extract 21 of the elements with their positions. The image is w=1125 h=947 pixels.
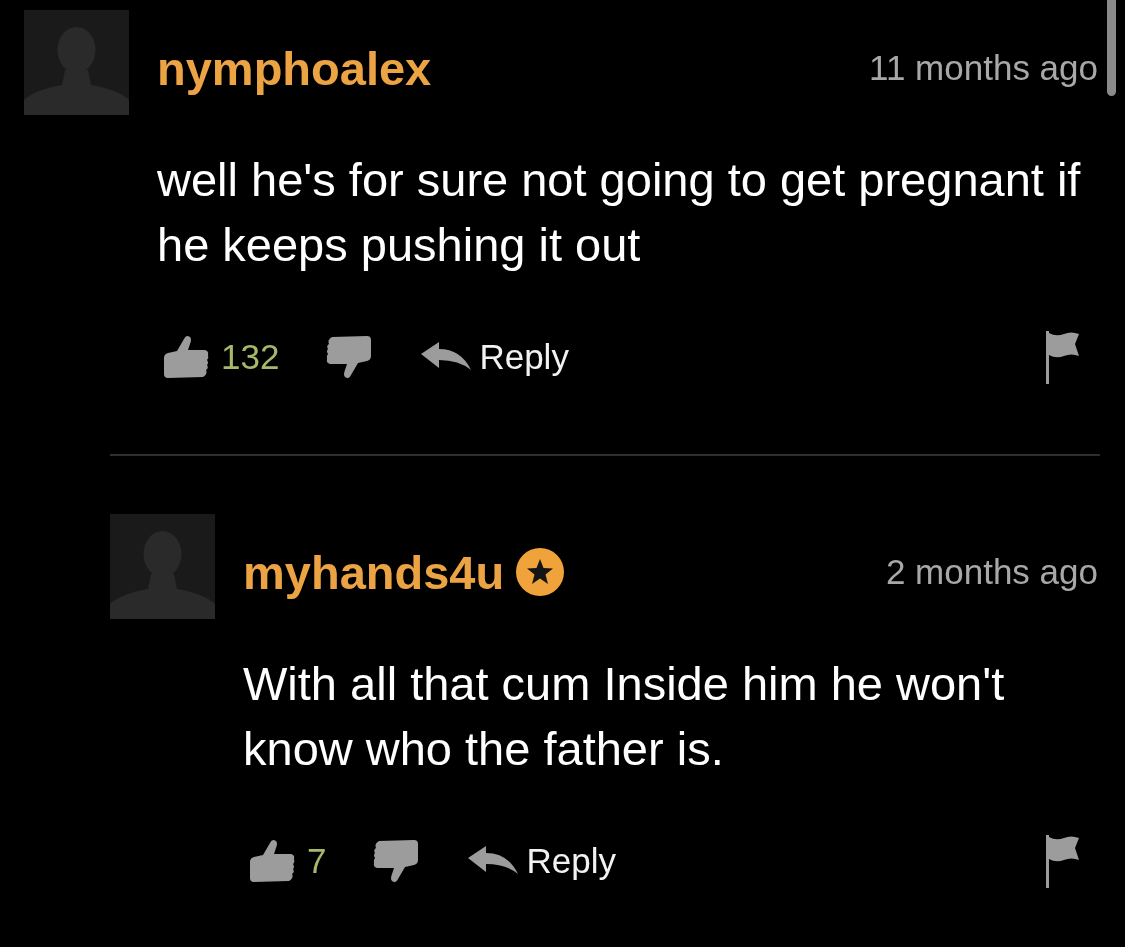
reply-arrow-icon [468, 846, 519, 876]
reply-arrow-icon [421, 342, 472, 372]
thumbs-up-icon[interactable] [162, 334, 210, 380]
reply-button[interactable]: Reply [468, 841, 616, 881]
avatar-icon [24, 10, 129, 115]
comment-time: 2 months ago [885, 552, 1098, 592]
flag-icon[interactable] [1044, 330, 1080, 384]
like-count: 7 [307, 841, 327, 881]
flag-icon[interactable] [1044, 834, 1080, 888]
avatar-icon [110, 514, 215, 619]
username-link[interactable]: myhands4u [243, 544, 505, 600]
comment-text: well he's for sure not going to get pregnant if he keeps pushing it out [157, 152, 1082, 273]
thumbs-down-icon[interactable] [325, 334, 374, 380]
comment-text: With all that cum Inside him he won't know who the father is. [243, 656, 1006, 777]
scrollbar-thumb[interactable] [1107, 0, 1116, 96]
thumbs-up-icon[interactable] [248, 838, 296, 884]
like-count: 132 [221, 337, 280, 377]
username-link[interactable]: nymphoalex [157, 40, 432, 96]
reply-button[interactable]: Reply [421, 337, 569, 377]
comment-time: 11 months ago [869, 48, 1098, 88]
thumbs-down-icon[interactable] [372, 838, 421, 884]
